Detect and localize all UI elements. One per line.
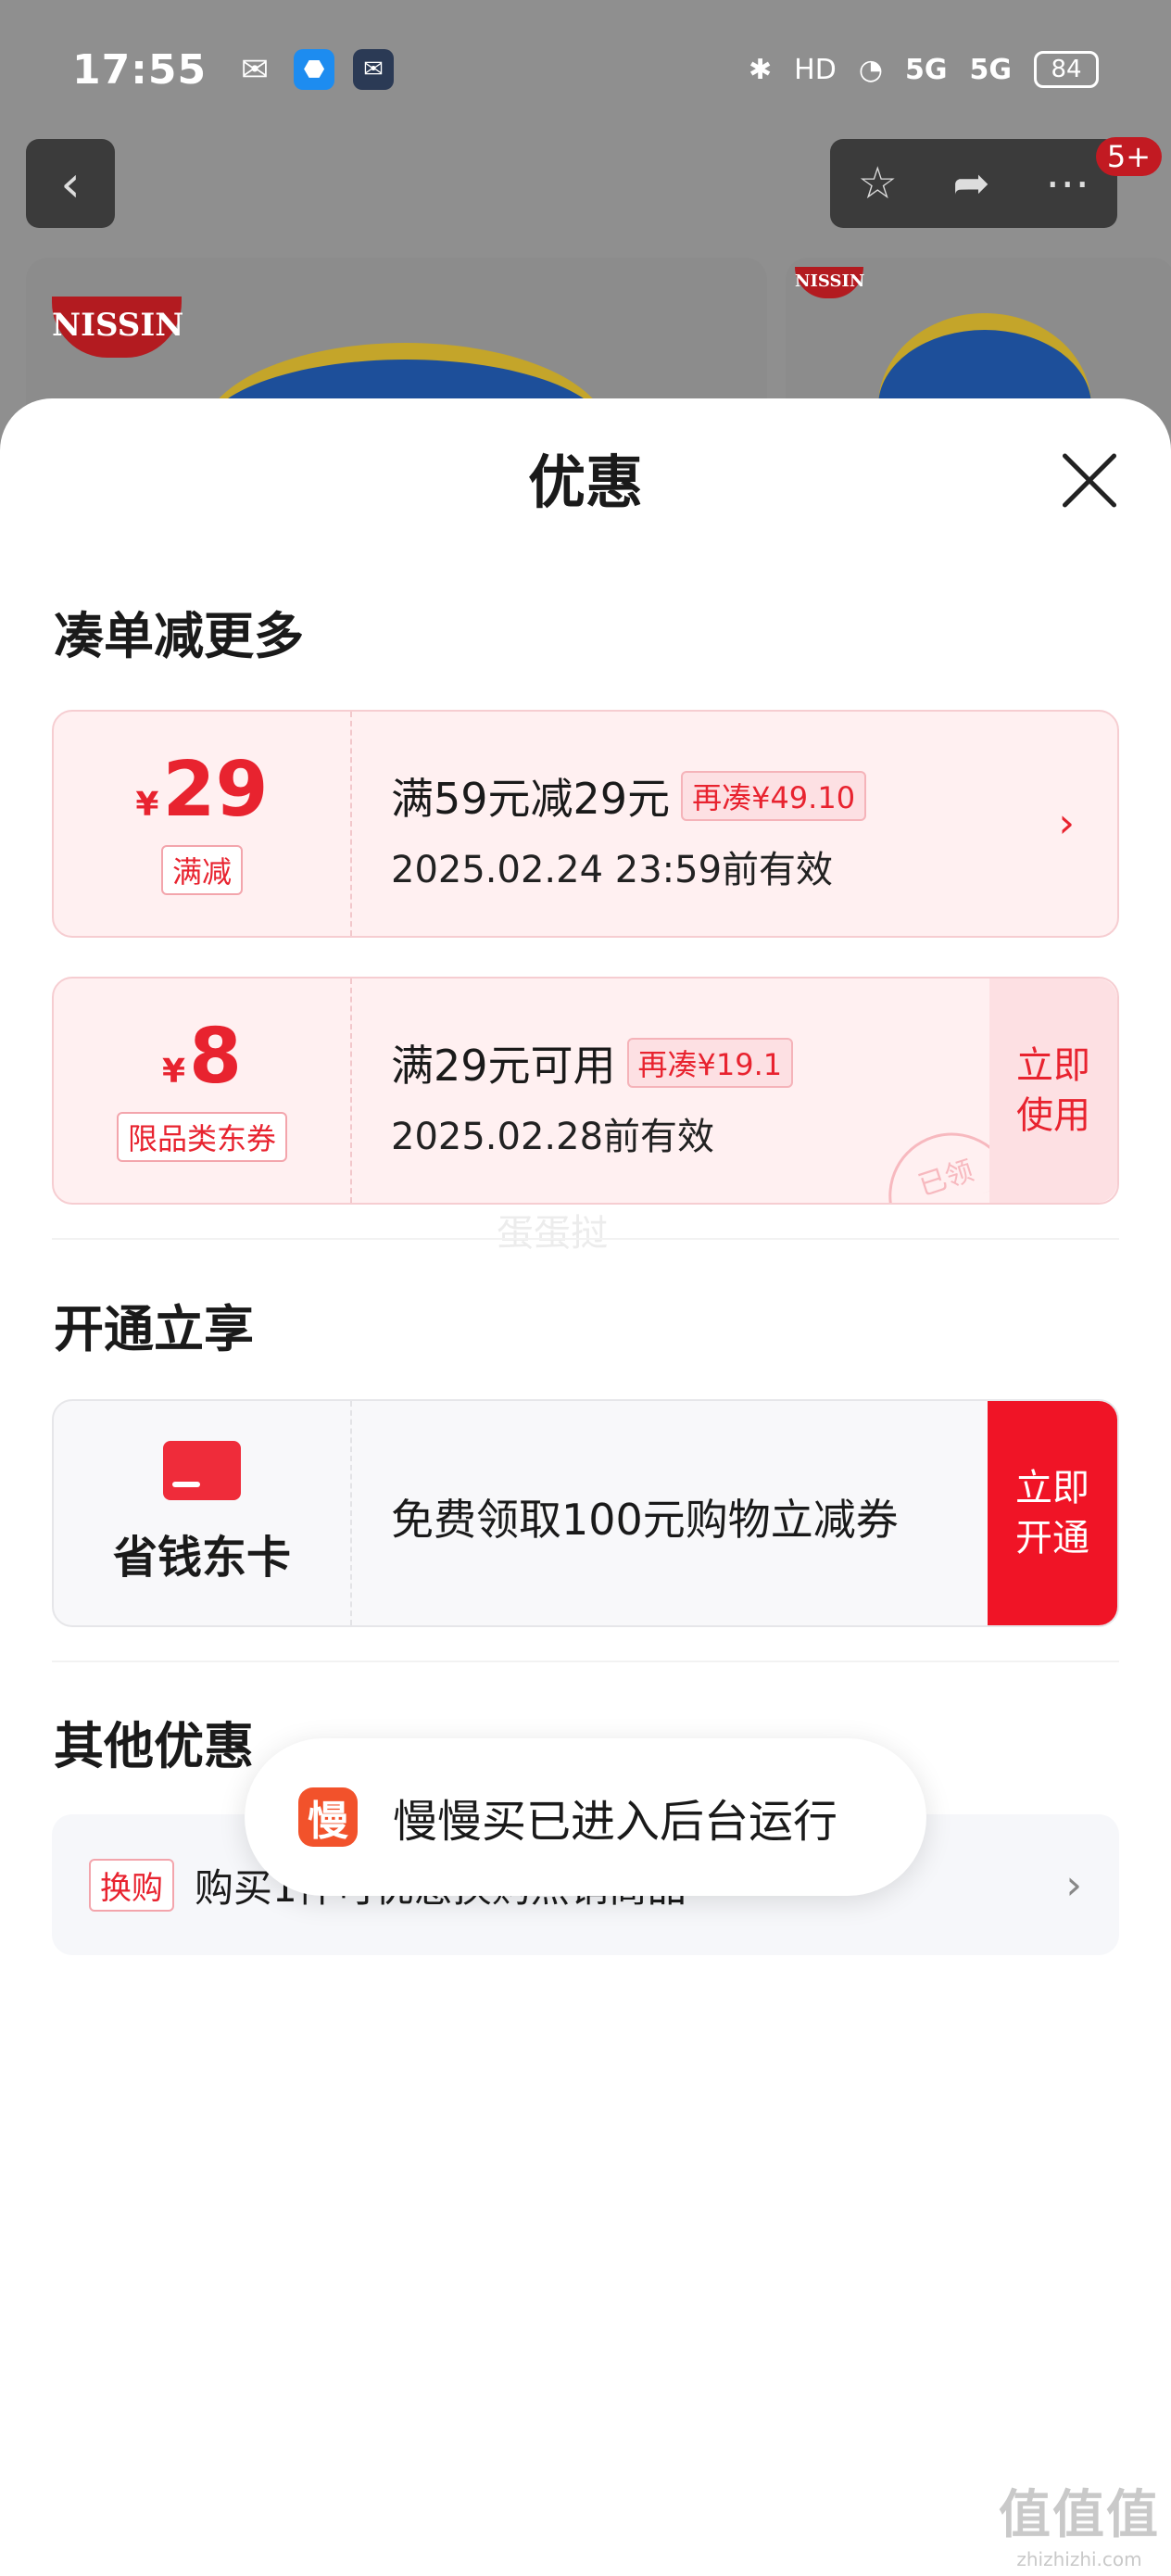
open-now-label: 立即开通 <box>1015 1467 1089 1559</box>
member-card-block: 省钱东卡 <box>54 1401 352 1625</box>
hd-icon: HD <box>794 53 837 86</box>
coupon-condition: 满59元减29元 <box>391 774 671 824</box>
use-now-label: 立即使用 <box>1016 1044 1090 1137</box>
toast-message: 慢慢买已进入后台运行 <box>393 1796 838 1848</box>
coupon-amount: ¥29 <box>135 752 268 828</box>
battery-icon: 84 <box>1034 51 1099 88</box>
use-now-button[interactable]: 立即使用 <box>989 979 1117 1203</box>
section-title-more: 凑单减更多 <box>54 607 304 665</box>
coupon-amount-block-2: ¥8 限品类东券 <box>54 979 352 1203</box>
section-title-member: 开通立享 <box>54 1300 254 1358</box>
message-count-badge: 5+ <box>1095 137 1162 176</box>
signal-5g-icon-2: 5G <box>969 53 1013 86</box>
coupon-validity: 2025.02.24 23:59前有效 <box>391 849 834 891</box>
wechat-icon: ✉ <box>240 50 270 89</box>
coupon-shortfall-tag-2: 再凑¥19.1 <box>626 1038 794 1088</box>
close-icon[interactable] <box>1060 450 1119 510</box>
back-button[interactable]: ‹ <box>26 139 115 228</box>
coupon-type-tag-2: 限品类东券 <box>116 1112 287 1162</box>
chevron-right-icon[interactable]: › <box>1058 800 1075 847</box>
coupon-amount-2: ¥8 <box>162 1019 242 1095</box>
bluetooth-icon: ✱ <box>749 53 773 86</box>
member-card-name: 省钱东卡 <box>112 1532 291 1584</box>
brand-logo-2: NISSIN <box>795 267 864 298</box>
wifi-icon: ◔ <box>858 53 883 86</box>
watermark-corner: 值值值 zhizhizhi.com <box>999 2473 1160 2570</box>
star-icon[interactable]: ☆ <box>858 158 898 209</box>
status-bar: 17:55 ✉ ⬣ ✉ ✱ HD ◔ 5G 5G 84 <box>0 0 1171 139</box>
currency-symbol-2: ¥ <box>161 1053 185 1091</box>
coupon-validity-2: 2025.02.28前有效 <box>391 1116 715 1158</box>
coupon-condition-2: 满29元可用 <box>391 1041 616 1091</box>
chevron-left-icon: ‹ <box>60 154 81 213</box>
member-card-desc: 免费领取100元购物立减券 <box>391 1495 899 1545</box>
coupon-amount-value-2: 8 <box>189 1013 243 1101</box>
section-divider-2 <box>52 1661 1119 1662</box>
offers-sheet: 优惠 凑单减更多 ¥29 满减 满59元减29元 再凑¥49.10 2025.0… <box>0 398 1171 2576</box>
watermark-corner-text: 值值值 <box>999 2485 1160 2545</box>
app-notification-icon: ⬣ <box>294 49 335 90</box>
product-nav-bar: ‹ ☆ ➦ ⋯ 5+ <box>0 137 1171 241</box>
brand-logo: NISSIN <box>52 297 183 358</box>
coupon-card-1[interactable]: ¥29 满减 满59元减29元 再凑¥49.10 2025.02.24 23:5… <box>52 710 1119 938</box>
manmanmai-app-icon: 慢 <box>298 1787 358 1847</box>
watermark-corner-url: zhizhizhi.com <box>1016 2548 1142 2570</box>
coupon-amount-value: 29 <box>162 746 269 834</box>
watermark-center: 蛋蛋挝 <box>497 1212 608 1255</box>
mail-app-icon: ✉ <box>353 49 395 90</box>
coupon-type-tag: 满减 <box>160 845 243 895</box>
section-title-other: 其他优惠 <box>54 1717 254 1775</box>
member-card-offer[interactable]: 省钱东卡 免费领取100元购物立减券 立即开通 <box>52 1399 1119 1627</box>
status-app-icons: ✉ ⬣ ✉ <box>234 49 395 90</box>
coupon-details: 满59元减29元 再凑¥49.10 2025.02.24 23:59前有效 <box>391 765 988 893</box>
product-toolbar: ☆ ➦ ⋯ <box>830 139 1117 228</box>
currency-symbol: ¥ <box>135 786 159 824</box>
coupon-amount-block: ¥29 满减 <box>54 712 352 936</box>
sheet-title: 优惠 <box>527 448 643 516</box>
signal-5g-icon: 5G <box>905 53 948 86</box>
open-now-button[interactable]: 立即开通 <box>988 1401 1117 1625</box>
coupon-shortfall-tag: 再凑¥49.10 <box>681 771 867 821</box>
coupon-details-2: 满29元可用 再凑¥19.1 2025.02.28前有效 <box>391 1032 988 1160</box>
coupon-card-2[interactable]: ¥8 限品类东券 满29元可用 再凑¥19.1 2025.02.28前有效 已领… <box>52 977 1119 1205</box>
section-divider <box>52 1238 1119 1240</box>
credit-card-icon <box>163 1441 241 1500</box>
share-icon[interactable]: ➦ <box>952 158 989 209</box>
more-icon[interactable]: ⋯ <box>1045 158 1089 209</box>
chevron-right-icon-gray: › <box>1065 1861 1082 1909</box>
swap-tag: 换购 <box>89 1858 174 1912</box>
status-time: 17:55 <box>72 45 208 94</box>
status-indicators: ✱ HD ◔ 5G 5G 84 <box>749 51 1099 88</box>
background-toast: 慢 慢慢买已进入后台运行 <box>245 1738 926 1896</box>
